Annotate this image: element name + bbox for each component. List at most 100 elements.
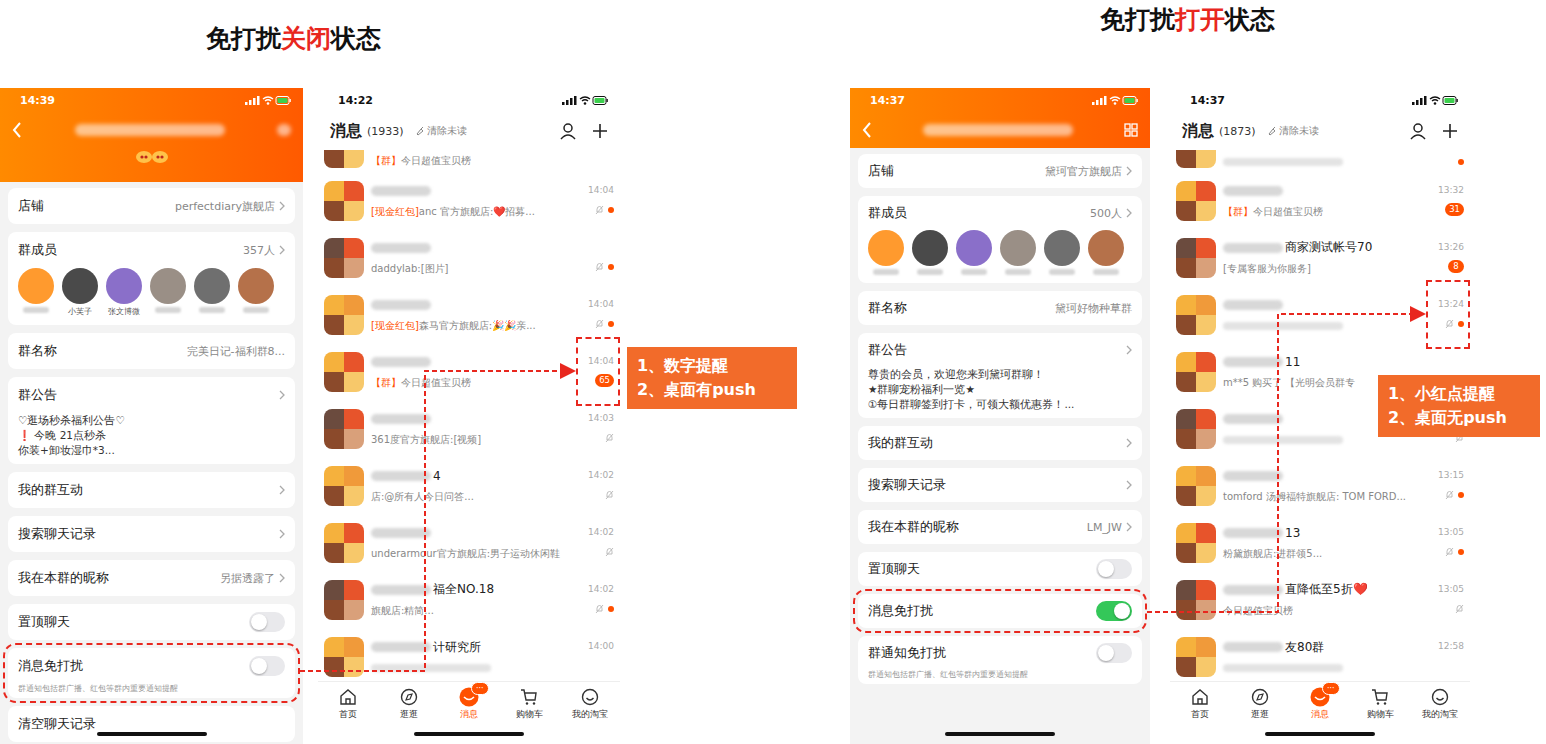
tab-item[interactable]: 首页 [1182,687,1218,721]
setting-row[interactable]: 群成员 500人 [868,196,1132,230]
plus-icon[interactable] [592,123,608,139]
settings-card[interactable]: 店铺 perfectdiary旗舰店 [8,188,295,224]
settings-card[interactable]: 我在本群的昵称 另据透露了 [8,560,295,596]
member[interactable] [956,230,992,275]
toggle-switch[interactable] [1096,643,1132,663]
toggle-row[interactable]: 群通知免打扰 [868,636,1132,670]
setting-row[interactable]: 群公告 [18,377,285,413]
tab-item[interactable]: 我的淘宝 [1422,687,1458,721]
conversation-name [371,411,575,427]
tab-item[interactable]: ··· 消息 [1302,687,1338,721]
conversation-row[interactable]: tomford 汤姆福特旗舰店: TOM FORD... 13:15 [1170,457,1470,514]
conversation-row[interactable]: 【群】今日超值宝贝榜 14:04 65 [318,343,620,400]
clear-unread-button[interactable]: 清除未读 [415,124,467,138]
conversation-row[interactable]: 直降低至5折❤️ 今日超值宝贝榜 13:05 [1170,571,1470,628]
setting-row[interactable]: 我的群互动 [18,472,285,508]
member[interactable] [1000,230,1036,275]
member[interactable] [194,268,230,317]
toggle-switch[interactable] [1096,601,1132,621]
settings-card[interactable]: 置顶聊天 [858,552,1142,586]
member[interactable] [912,230,948,275]
home-indicator [1265,732,1375,736]
mute-icon [1445,490,1454,500]
tab-item[interactable]: 购物车 [511,687,547,721]
conversation-row[interactable]: 友80群 12:58 [1170,628,1470,681]
tab-item[interactable]: 逛逛 [391,687,427,721]
member[interactable]: 小芙子 [62,268,98,317]
settings-card[interactable]: 置顶聊天 [8,604,295,640]
settings-card[interactable]: 群公告 尊贵的会员，欢迎您来到黛珂群聊！★群聊宠粉福利一览★①每日群聊签到打卡，… [858,333,1142,418]
setting-row[interactable]: 搜索聊天记录 [18,516,285,552]
tab-item[interactable]: 购物车 [1362,687,1398,721]
settings-card[interactable]: 群通知免打扰 群通知包括群广播、红包等群内重要通知提醒 [858,636,1142,684]
settings-card[interactable]: 群公告 ♡逛场秒杀福利公告♡❗ 今晚 21点秒杀你装+卸妆湿巾*3... [8,377,295,464]
settings-card[interactable]: 搜索聊天记录 [858,468,1142,502]
toggle-row[interactable]: 消息免打扰 [18,648,285,684]
plus-icon[interactable] [1442,123,1458,139]
member[interactable] [18,268,54,317]
toggle-row[interactable]: 置顶聊天 [868,552,1132,586]
conversation-row[interactable]: 【群】今日超值宝贝榜 [318,150,620,172]
conversation-time: 13:26 [1438,242,1464,253]
toggle-row[interactable]: 置顶聊天 [18,604,285,640]
toggle-row[interactable]: 消息免打扰 [868,594,1132,628]
back-icon[interactable] [862,122,872,138]
clear-unread-button[interactable]: 清除未读 [1267,124,1319,138]
toggle-switch[interactable] [1096,559,1132,579]
contacts-icon[interactable] [1410,122,1428,140]
tab-item[interactable]: 首页 [330,687,366,721]
tab-item[interactable]: ··· 消息 [451,687,487,721]
setting-row[interactable]: 店铺 perfectdiary旗舰店 [18,188,285,224]
conversation-row[interactable]: 【群】今日超值宝贝榜 13:32 31 [1170,172,1470,229]
setting-row[interactable]: 群公告 [868,333,1132,367]
setting-row[interactable]: 我的群互动 [868,426,1132,460]
member[interactable] [238,268,274,317]
tab-label: 逛逛 [400,709,418,721]
conversation-row[interactable]: 4 店:@所有人今日问答... 14:02 [318,457,620,514]
conversation-row[interactable]: underarmour官方旗舰店:男子运动休闲鞋 14:02 [318,514,620,571]
settings-card[interactable]: 群成员 357人 小芙子 张文博微 [8,232,295,325]
contacts-icon[interactable] [560,122,578,140]
settings-card[interactable]: 店铺 黛珂官方旗舰店 [858,154,1142,188]
settings-card[interactable]: 消息免打扰 [858,594,1142,628]
setting-row[interactable]: 我在本群的昵称 LM_JW [868,510,1132,544]
group-avatar [324,580,364,620]
settings-card[interactable]: 消息免打扰 群通知包括群广播、红包等群内重要通知提醒 [8,648,295,698]
toggle-switch[interactable] [249,656,285,676]
member[interactable] [1044,230,1080,275]
conversation-row[interactable]: 计研究所 14:00 [318,628,620,681]
settings-card[interactable]: 我的群互动 [858,426,1142,460]
conversation-row[interactable]: 13:24 [1170,286,1470,343]
conversation-row[interactable]: 商家测试帐号70 [专属客服为你服务] 13:26 8 [1170,229,1470,286]
conversation-status: 12:58 [1432,628,1464,681]
member[interactable] [150,268,186,317]
setting-row[interactable]: 我在本群的昵称 另据透露了 [18,560,285,596]
toggle-switch[interactable] [249,612,285,632]
setting-label: 我的群互动 [868,435,933,452]
page: 免打扰关闭状态 14:39 店铺 perfectdiary旗舰店 群成员 357… [0,0,1546,744]
member[interactable] [1088,230,1124,275]
tab-item[interactable]: 逛逛 [1242,687,1278,721]
conversation-row[interactable]: [现金红包]森马官方旗舰店:🎉🎉亲... 14:04 [318,286,620,343]
setting-row[interactable]: 店铺 黛珂官方旗舰店 [868,154,1132,188]
settings-card[interactable]: 群成员 500人 [858,196,1142,283]
setting-row[interactable]: 群成员 357人 [18,232,285,268]
conversation-row[interactable] [1170,150,1470,172]
tab-item[interactable]: 我的淘宝 [572,687,608,721]
setting-row[interactable]: 搜索聊天记录 [868,468,1132,502]
member[interactable]: 张文博微 [106,268,142,317]
conversation-row[interactable]: daddylab:[图片] [318,229,620,286]
settings-card[interactable]: 搜索聊天记录 [8,516,295,552]
conversation-row[interactable]: [现金红包]anc 官方旗舰店:❤️招募... 14:04 [318,172,620,229]
member[interactable] [868,230,904,275]
member-avatar [1000,230,1036,266]
settings-card[interactable]: 我的群互动 [8,472,295,508]
conversation-row[interactable]: 13 粉黛旗舰店:进群领5... 13:05 [1170,514,1470,571]
back-icon[interactable] [12,122,22,138]
settings-card[interactable]: 我在本群的昵称 LM_JW [858,510,1142,544]
conversation-row[interactable]: 361度官方旗舰店:[视频] 14:03 [318,400,620,457]
settings-header: 14:39 [0,88,303,182]
qr-icon[interactable] [1124,123,1138,137]
conversation-row[interactable]: 福全NO.18 旗舰店:精简... 14:02 [318,571,620,628]
unread-count: (1933) [367,125,404,138]
